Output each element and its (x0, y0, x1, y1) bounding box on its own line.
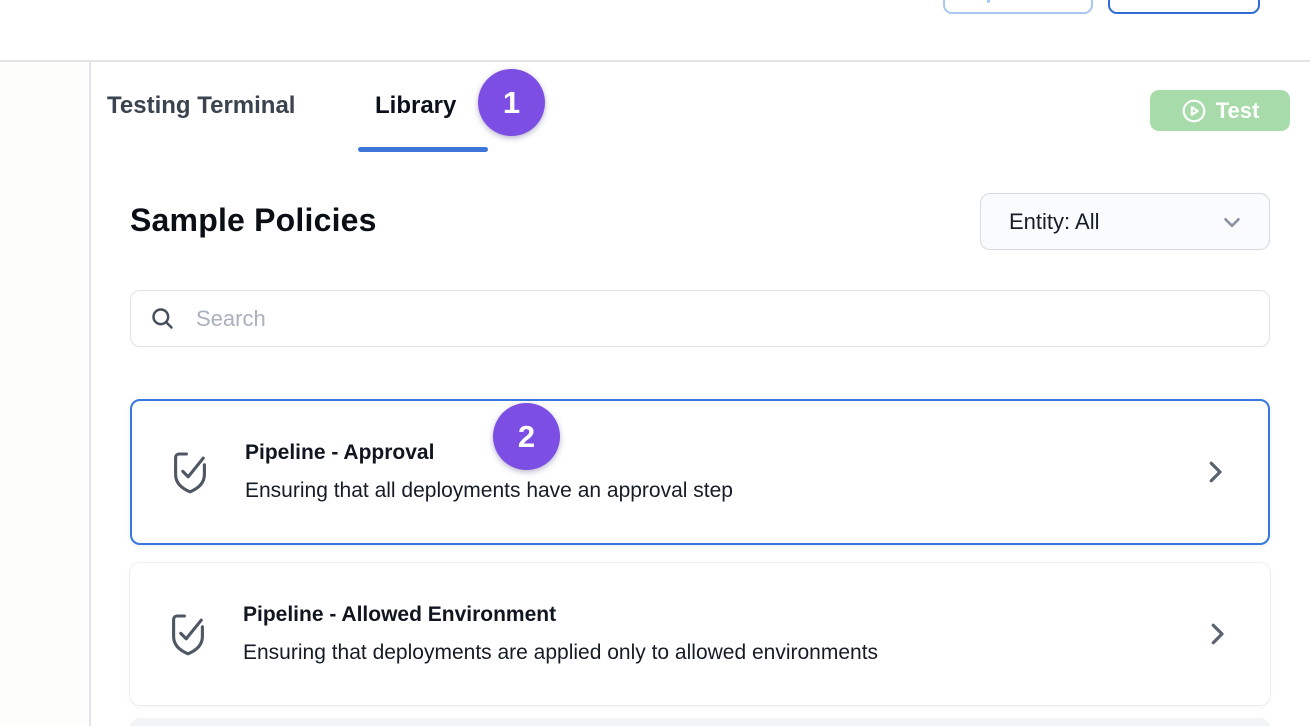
annotation-badge-1-label: 1 (503, 85, 520, 121)
search-icon (149, 305, 176, 332)
tab-testing-terminal-label: Testing Terminal (107, 92, 295, 119)
test-button[interactable]: Test (1150, 90, 1290, 131)
annotation-badge-2-label: 2 (518, 419, 535, 455)
search-bar (130, 290, 1270, 347)
header-divider (0, 60, 1310, 62)
annotation-badge-2: 2 (493, 403, 560, 470)
chevron-right-icon (1202, 619, 1232, 649)
search-input[interactable] (196, 306, 1251, 332)
active-tab-indicator (358, 147, 488, 152)
discard-button-label: Discard (1145, 0, 1222, 5)
shield-check-icon (168, 448, 212, 496)
annotation-badge-1: 1 (478, 69, 545, 136)
save-button-label: Save (999, 0, 1048, 5)
policy-description: Ensuring that deployments are applied on… (243, 641, 878, 665)
chevron-right-icon (1200, 457, 1230, 487)
entity-filter-dropdown[interactable]: Entity: All (980, 193, 1270, 250)
page-title: Sample Policies (130, 202, 377, 239)
top-header: Save Discard (0, 0, 1310, 61)
save-button[interactable]: Save (943, 0, 1093, 14)
tab-testing-terminal[interactable]: Testing Terminal (107, 92, 295, 120)
tab-library-label: Library (375, 92, 456, 119)
tab-library[interactable]: Library (375, 92, 456, 120)
policy-card-pipeline-allowed-environment[interactable]: Pipeline - Allowed Environment Ensuring … (130, 563, 1270, 705)
shield-check-icon (166, 610, 210, 658)
policy-description: Ensuring that all deployments have an ap… (245, 479, 733, 503)
chevron-down-icon (1219, 209, 1245, 235)
test-button-label: Test (1216, 98, 1260, 124)
entity-filter-value: Entity: All (1009, 209, 1099, 235)
play-circle-icon (1181, 98, 1207, 124)
policy-title: Pipeline - Allowed Environment (243, 603, 878, 627)
left-rail (0, 62, 89, 726)
policy-title: Pipeline - Approval (245, 441, 733, 465)
discard-button[interactable]: Discard (1108, 0, 1260, 14)
save-icon (987, 0, 990, 3)
policy-card-pipeline-approval[interactable]: Pipeline - Approval Ensuring that all de… (130, 399, 1270, 545)
left-rail-divider (89, 62, 91, 726)
policy-card-partial[interactable] (130, 718, 1270, 726)
